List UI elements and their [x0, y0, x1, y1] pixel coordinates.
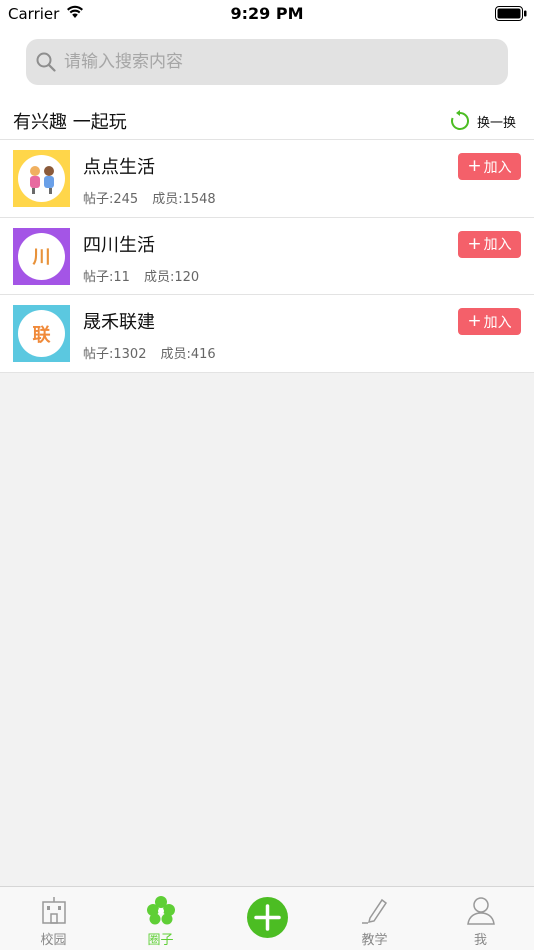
- group-avatar: 联: [13, 305, 70, 362]
- avatar-circle: 联: [18, 310, 65, 357]
- search-input[interactable]: [64, 39, 494, 85]
- post-count: 帖子:11: [83, 269, 130, 285]
- group-name: 四川生活: [83, 234, 155, 256]
- group-item[interactable]: 联 晟禾联建 帖子:1302 成员:416 + 加入: [0, 295, 534, 373]
- avatar-circle: 川: [18, 232, 65, 280]
- status-bar: Carrier 9:29 PM: [0, 0, 534, 30]
- group-name: 点点生活: [83, 157, 155, 178]
- group-list: 点点生活 帖子:245 成员:1548 + 加入 川 四川生活 帖子:11 成员:1…: [0, 140, 534, 373]
- join-label: 加入: [483, 237, 512, 253]
- search-box[interactable]: [26, 39, 508, 85]
- group-stats: 帖子:11 成员:120: [83, 266, 199, 285]
- plus-icon: +: [467, 233, 482, 254]
- tab-teaching[interactable]: 教学: [321, 887, 428, 950]
- status-time: 9:29 PM: [230, 4, 304, 23]
- group-item[interactable]: 川 四川生活 帖子:11 成员:120 + 加入: [0, 218, 534, 295]
- member-count: 成员:1548: [152, 192, 216, 207]
- search-icon: [36, 52, 56, 72]
- kids-icon: [29, 165, 54, 194]
- group-stats: 帖子:245 成员:1548: [83, 188, 216, 207]
- section-title: 有兴趣 一起玩: [13, 112, 127, 133]
- group-avatar: 川: [13, 227, 70, 285]
- member-count: 成员:416: [160, 347, 216, 362]
- search-area: [0, 30, 534, 102]
- group-stats: 帖子:1302 成员:416: [83, 343, 216, 362]
- join-label: 加入: [483, 314, 512, 331]
- refresh-button[interactable]: 换一换: [449, 108, 516, 134]
- group-avatar: [13, 150, 70, 207]
- post-count: 帖子:245: [83, 192, 139, 207]
- person-icon: [466, 897, 495, 925]
- join-button[interactable]: + 加入: [458, 230, 521, 258]
- post-count: 帖子:1302: [83, 347, 147, 362]
- tab-label: 教学: [361, 933, 388, 948]
- add-button[interactable]: [247, 897, 288, 938]
- section-header: 有兴趣 一起玩 换一换: [0, 102, 534, 140]
- avatar-text: 川: [32, 247, 51, 268]
- refresh-label: 换一换: [476, 115, 516, 131]
- tab-circle[interactable]: 圈子: [107, 887, 214, 950]
- refresh-icon: [451, 110, 469, 130]
- tab-label: 圈子: [147, 933, 174, 948]
- tab-label: 校园: [40, 933, 67, 948]
- building-icon: [41, 897, 66, 924]
- join-button[interactable]: + 加入: [458, 308, 521, 335]
- join-label: 加入: [483, 159, 512, 176]
- group-name: 晟禾联建: [83, 312, 155, 333]
- pen-icon: [361, 898, 387, 924]
- join-button[interactable]: + 加入: [458, 153, 521, 180]
- member-count: 成员:120: [143, 269, 200, 285]
- avatar-text: 联: [32, 324, 51, 346]
- plus-icon: +: [467, 311, 482, 331]
- tab-me[interactable]: 我: [427, 887, 534, 950]
- group-item[interactable]: 点点生活 帖子:245 成员:1548 + 加入: [0, 140, 534, 218]
- add-icon: [254, 904, 281, 931]
- plus-icon: +: [467, 156, 482, 176]
- avatar-circle: [18, 155, 65, 202]
- tab-campus[interactable]: 校园: [0, 887, 107, 950]
- tab-label: 我: [473, 933, 487, 948]
- clover-icon: [146, 896, 175, 925]
- battery-icon: [495, 6, 527, 21]
